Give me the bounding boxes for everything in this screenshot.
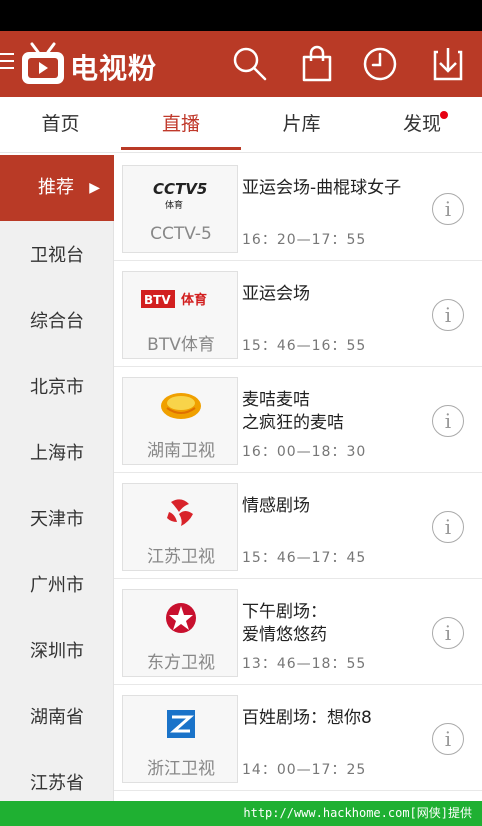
channel-name: 湖南卫视 [147,441,215,461]
program-row[interactable]: BTV 体育 BTV体育 亚运会场 15：46—16：55 i [114,261,482,367]
notification-dot [440,111,448,119]
channel-name: BTV体育 [147,335,215,355]
svg-text:体育: 体育 [181,292,207,308]
sidebar-item-tianjin[interactable]: 天津市 [0,487,114,553]
status-bar [0,0,482,31]
info-icon[interactable]: i [432,723,464,755]
channel-thumbnail: 浙江卫视 [122,695,238,783]
tab-home[interactable]: 首页 [0,97,121,153]
program-time: 15：46—16：55 [242,338,367,354]
program-title: 麦咭麦咭 之疯狂的麦咭 [242,390,344,433]
program-time: 14：00—17：25 [242,762,367,778]
sidebar-item-guangzhou[interactable]: 广州市 [0,553,114,619]
sidebar-item-satellite[interactable]: 卫视台 [0,223,114,289]
zhejiang-tv-logo [167,710,195,738]
menu-icon[interactable] [0,53,14,73]
tab-bar: 首页 直播 片库 发现 [0,97,482,153]
btv-sports-logo: BTV 体育 [141,290,207,308]
info-icon[interactable]: i [432,299,464,331]
program-title: 下午剧场： 爱情悠悠药 [242,602,327,645]
selected-arrow-icon: ▶ [89,180,100,196]
info-icon[interactable]: i [432,617,464,649]
sidebar-item-shenzhen[interactable]: 深圳市 [0,619,114,685]
app-title: 电视粉 [70,52,158,85]
svg-text:CCTV5: CCTV5 [153,180,207,198]
sidebar-item-label: 推荐 [38,177,74,198]
tab-library[interactable]: 片库 [241,97,362,153]
program-title: 情感剧场 [242,496,310,516]
info-icon[interactable]: i [432,193,464,225]
program-time: 13：46—18：55 [242,656,367,672]
program-title: 亚运会场 [242,284,310,304]
program-row[interactable]: 江苏卫视 情感剧场 15：46—17：45 i [114,473,482,579]
program-row[interactable]: 东方卫视 下午剧场： 爱情悠悠药 13：46—18：55 i [114,579,482,685]
history-clock-icon[interactable] [360,44,400,84]
search-icon[interactable] [230,44,270,84]
jiangsu-tv-logo [167,499,193,526]
svg-text:BTV: BTV [144,293,171,307]
cctv5-logo: CCTV5 体育 [153,180,207,211]
program-title: 亚运会场-曲棍球女子 [242,178,402,198]
info-icon[interactable]: i [432,405,464,437]
tab-live[interactable]: 直播 [121,97,241,153]
channel-name: 东方卫视 [147,653,215,673]
active-tab-indicator [121,147,241,150]
hunan-tv-logo [161,393,201,419]
program-time: 15：46—17：45 [242,550,367,566]
program-time: 16：00—18：30 [242,444,367,460]
program-row[interactable]: 浙江卫视 百姓剧场：想你8 14：00—17：25 i [114,685,482,791]
program-title: 百姓剧场：想你8 [242,708,372,728]
download-icon[interactable] [428,44,468,84]
sidebar-item-shanghai[interactable]: 上海市 [0,421,114,487]
tab-discover[interactable]: 发现 [362,97,482,153]
channel-thumbnail: 东方卫视 [122,589,238,677]
app-bar: 电视粉 [0,31,482,97]
program-list: CCTV5 体育 CCTV-5 亚运会场-曲棍球女子 16：20—17：55 i… [114,155,482,801]
bag-icon[interactable] [297,44,337,84]
dragon-tv-logo [166,603,196,633]
channel-thumbnail: BTV 体育 BTV体育 [122,271,238,359]
sidebar-item-recommend[interactable]: 推荐 ▶ [0,155,114,221]
channel-thumbnail: CCTV5 体育 CCTV-5 [122,165,238,253]
channel-name: 浙江卫视 [147,759,215,779]
program-row[interactable]: 湖南卫视 麦咭麦咭 之疯狂的麦咭 16：00—18：30 i [114,367,482,473]
category-sidebar: 推荐 ▶ 卫视台 综合台 北京市 上海市 天津市 广州市 深圳市 湖南省 江苏省 [0,155,114,801]
watermark-bar: http://www.hackhome.com[网侠]提供 [0,801,482,826]
info-icon[interactable]: i [432,511,464,543]
app-logo-icon [22,42,64,84]
channel-thumbnail: 湖南卫视 [122,377,238,465]
program-row[interactable]: CCTV5 体育 CCTV-5 亚运会场-曲棍球女子 16：20—17：55 i [114,155,482,261]
channel-name: CCTV-5 [150,224,212,244]
svg-text:体育: 体育 [165,199,183,211]
channel-name: 江苏卫视 [147,547,215,567]
sidebar-item-beijing[interactable]: 北京市 [0,355,114,421]
sidebar-item-general[interactable]: 综合台 [0,289,114,355]
sidebar-item-hunan[interactable]: 湖南省 [0,685,114,751]
channel-thumbnail: 江苏卫视 [122,483,238,571]
program-time: 16：20—17：55 [242,232,367,248]
